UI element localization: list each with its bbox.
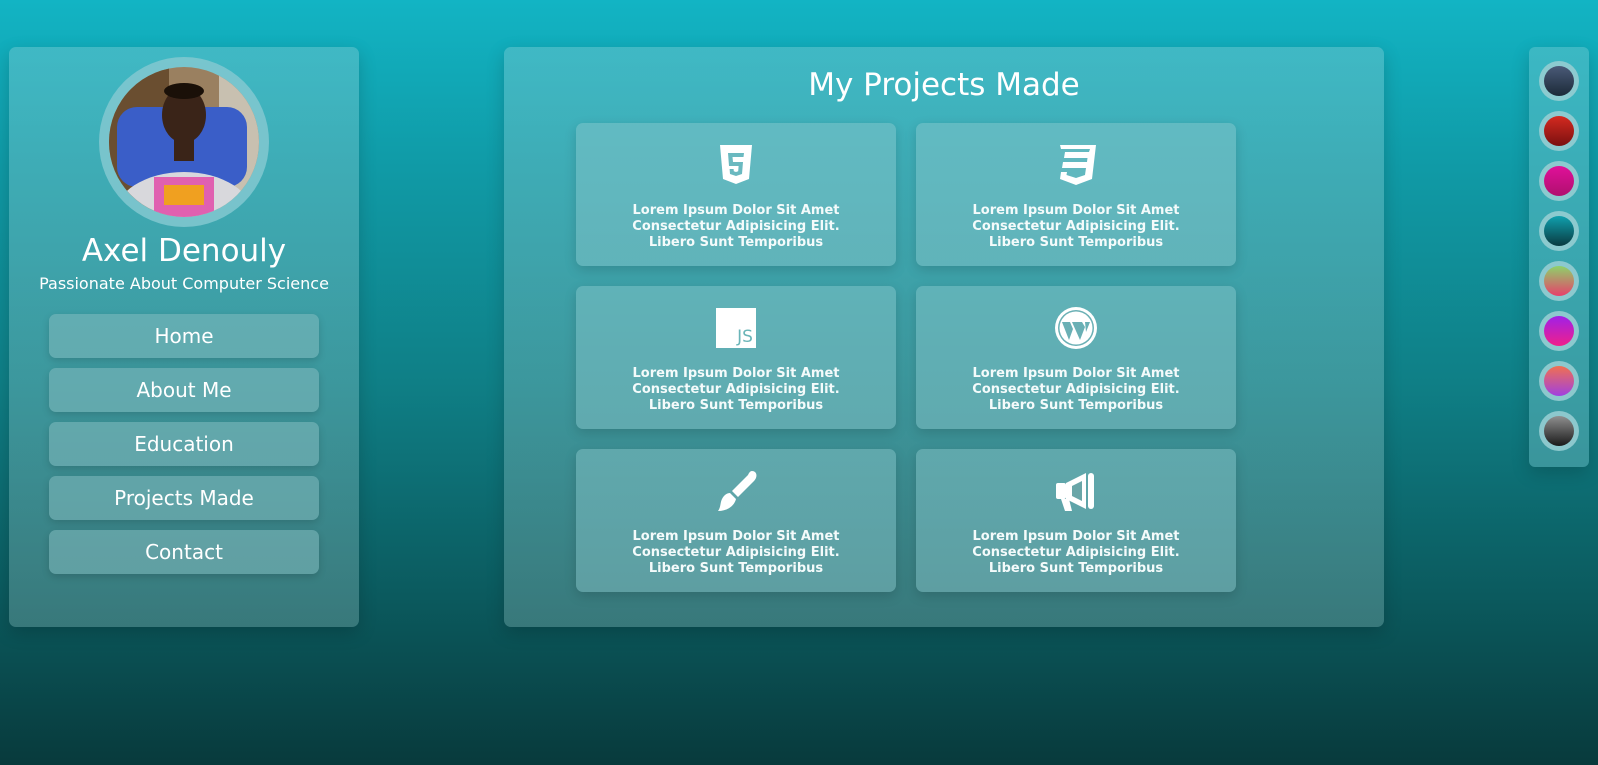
megaphone-icon	[1052, 467, 1100, 515]
html5-icon	[712, 141, 760, 189]
theme-swatch-color	[1544, 416, 1574, 446]
project-description-line: Lorem Ipsum Dolor Sit Amet	[632, 366, 840, 381]
project-description-line: Lorem Ipsum Dolor Sit Amet	[972, 366, 1180, 381]
nav-menu: Home About Me Education Projects Made Co…	[49, 314, 319, 584]
project-description-line: Libero Sunt Temporibus	[988, 561, 1164, 576]
project-description: Lorem Ipsum Dolor Sit Amet Consectetur A…	[586, 366, 886, 414]
project-card[interactable]: Lorem Ipsum Dolor Sit Amet Consectetur A…	[576, 123, 896, 266]
svg-text:JS: JS	[736, 327, 753, 347]
theme-swatch-button[interactable]	[1539, 311, 1579, 351]
project-description: Lorem Ipsum Dolor Sit Amet Consectetur A…	[926, 203, 1226, 251]
nav-about-me-button[interactable]: About Me	[49, 368, 319, 412]
page-title: My Projects Made	[808, 67, 1080, 103]
project-description-line: Consectetur Adipisicing Elit.	[972, 382, 1180, 397]
theme-swatch-color	[1544, 216, 1574, 246]
nav-home-button[interactable]: Home	[49, 314, 319, 358]
theme-swatch-color	[1544, 116, 1574, 146]
project-description-line: Libero Sunt Temporibus	[648, 561, 824, 576]
project-card[interactable]: Lorem Ipsum Dolor Sit Amet Consectetur A…	[916, 123, 1236, 266]
theme-swatch-color	[1544, 316, 1574, 346]
project-description-line: Consectetur Adipisicing Elit.	[632, 382, 840, 397]
projects-panel: My Projects Made Lorem Ipsum Dolor Sit A…	[504, 47, 1384, 627]
project-description: Lorem Ipsum Dolor Sit Amet Consectetur A…	[926, 529, 1226, 577]
theme-swatch-color	[1544, 366, 1574, 396]
project-description-line: Consectetur Adipisicing Elit.	[632, 219, 840, 234]
project-description: Lorem Ipsum Dolor Sit Amet Consectetur A…	[586, 203, 886, 251]
theme-color-picker	[1529, 47, 1589, 467]
project-description-line: Consectetur Adipisicing Elit.	[972, 219, 1180, 234]
nav-contact-button[interactable]: Contact	[49, 530, 319, 574]
theme-swatch-color	[1544, 66, 1574, 96]
theme-swatch-button[interactable]	[1539, 111, 1579, 151]
project-description-line: Lorem Ipsum Dolor Sit Amet	[972, 529, 1180, 544]
profile-tagline: Passionate About Computer Science	[39, 274, 329, 293]
project-description: Lorem Ipsum Dolor Sit Amet Consectetur A…	[926, 366, 1226, 414]
nav-education-button[interactable]: Education	[49, 422, 319, 466]
paintbrush-icon	[712, 467, 760, 515]
theme-swatch-button[interactable]	[1539, 161, 1579, 201]
avatar	[109, 67, 259, 217]
project-description-line: Libero Sunt Temporibus	[648, 235, 824, 250]
project-description: Lorem Ipsum Dolor Sit Amet Consectetur A…	[586, 529, 886, 577]
project-description-line: Lorem Ipsum Dolor Sit Amet	[972, 203, 1180, 218]
projects-grid: Lorem Ipsum Dolor Sit Amet Consectetur A…	[576, 123, 1236, 592]
theme-swatch-color	[1544, 166, 1574, 196]
project-card[interactable]: Lorem Ipsum Dolor Sit Amet Consectetur A…	[576, 449, 896, 592]
css3-icon	[1052, 141, 1100, 189]
theme-swatch-color	[1544, 266, 1574, 296]
project-description-line: Libero Sunt Temporibus	[648, 398, 824, 413]
project-description-line: Consectetur Adipisicing Elit.	[632, 545, 840, 560]
theme-swatch-button[interactable]	[1539, 411, 1579, 451]
project-description-line: Lorem Ipsum Dolor Sit Amet	[632, 203, 840, 218]
profile-panel: Axel Denouly Passionate About Computer S…	[9, 47, 359, 627]
project-description-line: Lorem Ipsum Dolor Sit Amet	[632, 529, 840, 544]
project-description-line: Libero Sunt Temporibus	[988, 398, 1164, 413]
project-description-line: Consectetur Adipisicing Elit.	[972, 545, 1180, 560]
wordpress-icon	[1052, 304, 1100, 352]
theme-swatch-button[interactable]	[1539, 361, 1579, 401]
project-description-line: Libero Sunt Temporibus	[988, 235, 1164, 250]
profile-name: Axel Denouly	[81, 233, 287, 269]
theme-swatch-button[interactable]	[1539, 211, 1579, 251]
theme-swatch-button[interactable]	[1539, 61, 1579, 101]
theme-swatch-button[interactable]	[1539, 261, 1579, 301]
project-card[interactable]: Lorem Ipsum Dolor Sit Amet Consectetur A…	[916, 449, 1236, 592]
avatar-ring	[99, 57, 269, 227]
nav-projects-made-button[interactable]: Projects Made	[49, 476, 319, 520]
javascript-icon: JS	[712, 304, 760, 352]
project-card[interactable]: Lorem Ipsum Dolor Sit Amet Consectetur A…	[916, 286, 1236, 429]
project-card[interactable]: JS Lorem Ipsum Dolor Sit Amet Consectetu…	[576, 286, 896, 429]
